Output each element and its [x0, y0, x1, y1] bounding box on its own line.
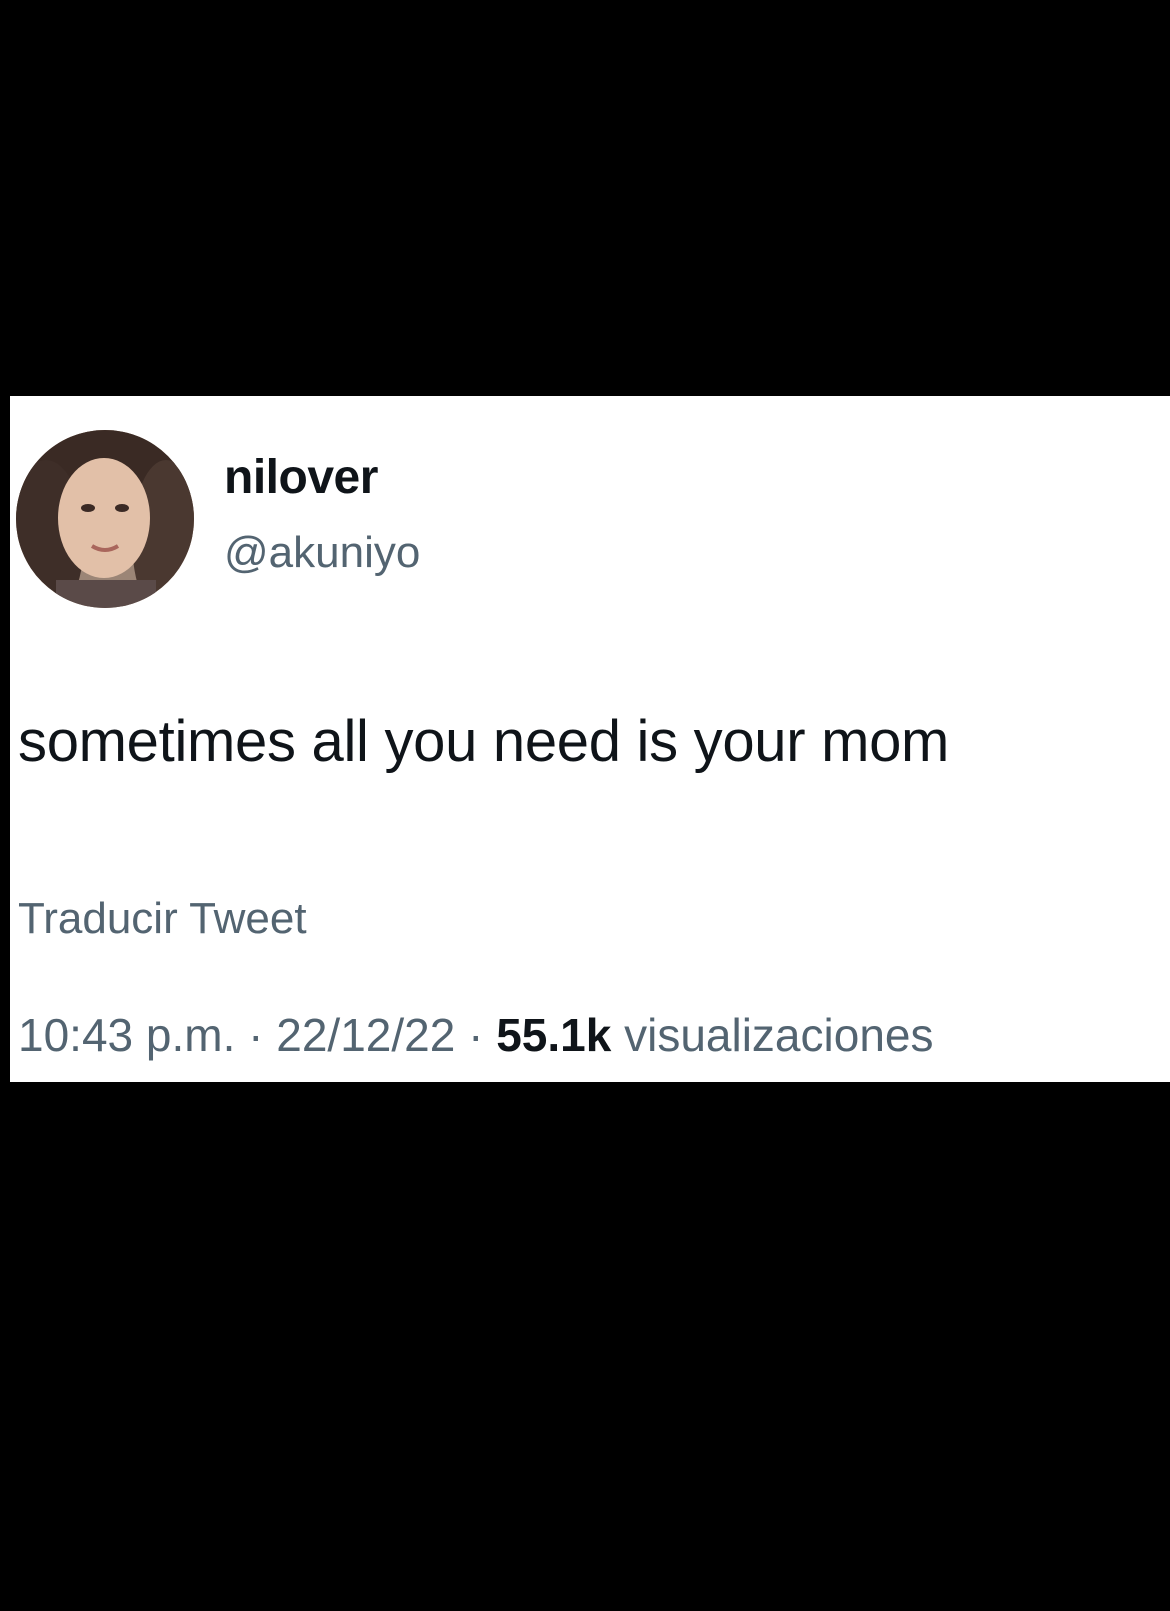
tweet-time[interactable]: 10:43 p.m. [18, 1009, 235, 1061]
display-name[interactable]: nilover [224, 450, 378, 505]
tweet-text: sometimes all you need is your mom [18, 709, 950, 774]
meta-separator: · [235, 1009, 277, 1061]
tweet-card: nilover @akuniyo sometimes all you need … [10, 396, 1170, 1082]
avatar[interactable] [16, 430, 194, 608]
meta-separator: · [455, 1009, 497, 1061]
user-handle[interactable]: @akuniyo [224, 528, 420, 578]
tweet-meta: 10:43 p.m. · 22/12/22 · 55.1k visualizac… [18, 1008, 934, 1062]
views-label: visualizaciones [611, 1009, 934, 1061]
views-count[interactable]: 55.1k [496, 1009, 611, 1061]
profile-photo-icon [16, 430, 194, 608]
translate-tweet-link[interactable]: Traducir Tweet [18, 894, 307, 944]
tweet-date[interactable]: 22/12/22 [276, 1009, 455, 1061]
